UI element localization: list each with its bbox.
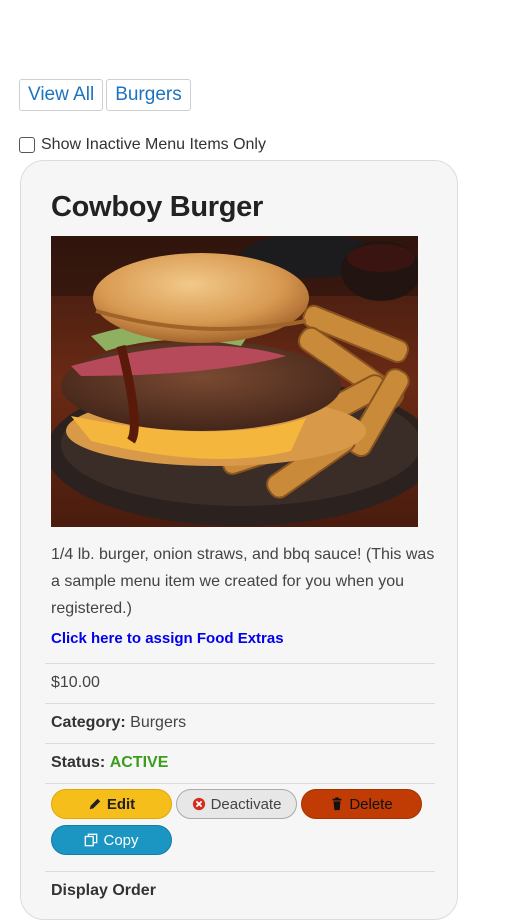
- menu-item-price: $10.00: [51, 674, 100, 691]
- menu-item-description: 1/4 lb. burger, onion straws, and bbq sa…: [51, 546, 435, 617]
- inactive-items-checkbox[interactable]: [19, 137, 35, 153]
- status-badge: ACTIVE: [109, 754, 169, 771]
- inactive-items-label: Show Inactive Menu Items Only: [41, 136, 266, 153]
- category-value: Burgers: [130, 714, 187, 731]
- category-label: Category:: [51, 714, 126, 731]
- burgers-filter-button[interactable]: Burgers: [106, 79, 191, 111]
- edit-button[interactable]: Edit: [51, 789, 172, 819]
- display-order-row: Display Order: [45, 871, 435, 911]
- deactivate-button-label: Deactivate: [210, 795, 282, 813]
- status-row: Status: ACTIVE: [45, 743, 435, 783]
- trash-icon: [332, 797, 342, 811]
- category-row: Category: Burgers: [45, 703, 435, 743]
- edit-button-label: Edit: [106, 795, 136, 813]
- copy-icon: [85, 833, 98, 847]
- deactivate-button[interactable]: Deactivate: [176, 789, 297, 819]
- display-order-label: Display Order: [51, 882, 156, 899]
- pencil-icon: [89, 798, 101, 810]
- assign-food-extras-link[interactable]: Click here to assign Food Extras: [51, 630, 284, 647]
- menu-item-photo: [51, 236, 418, 527]
- category-filter-bar: View All Burgers: [19, 79, 191, 111]
- status-label: Status:: [51, 754, 106, 771]
- menu-item-card: Cowboy Burger 1/4 lb. burger, onion stra…: [20, 160, 458, 920]
- circle-x-icon: [192, 797, 205, 811]
- price-row: $10.00: [45, 663, 435, 703]
- view-all-button[interactable]: View All: [19, 79, 104, 111]
- delete-button[interactable]: Delete: [301, 789, 422, 819]
- menu-item-title: Cowboy Burger: [51, 191, 264, 223]
- copy-button-label: Copy: [103, 831, 139, 849]
- inactive-items-toggle[interactable]: Show Inactive Menu Items Only: [19, 136, 266, 154]
- actions-divider: [45, 783, 435, 784]
- copy-button[interactable]: Copy: [51, 825, 172, 855]
- delete-button-label: Delete: [349, 795, 393, 813]
